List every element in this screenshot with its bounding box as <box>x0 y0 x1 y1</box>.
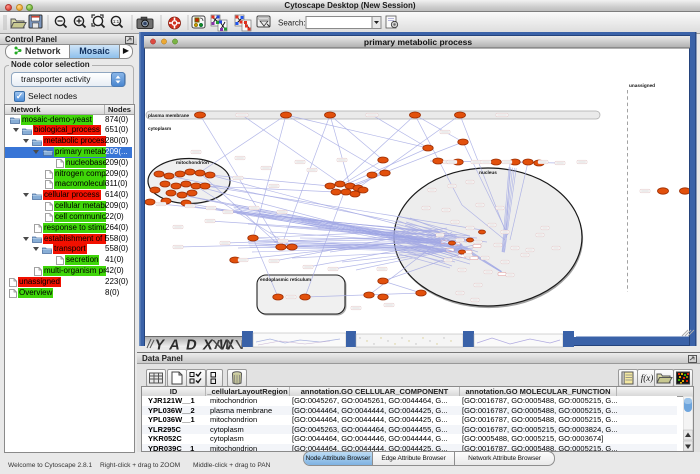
svg-text:endoplasmic reticulum: endoplasmic reticulum <box>260 277 311 282</box>
svg-text:f(x): f(x) <box>641 373 654 383</box>
svg-text:mitochondrion: mitochondrion <box>176 160 209 165</box>
svg-text:plasma membrane: plasma membrane <box>148 113 190 118</box>
svg-text:unassigned: unassigned <box>629 83 655 88</box>
svg-text:nucleus: nucleus <box>479 170 497 175</box>
svg-text:cytoplasm: cytoplasm <box>148 126 171 131</box>
svg-text:primary metabolic process: primary metabolic process <box>364 37 472 47</box>
